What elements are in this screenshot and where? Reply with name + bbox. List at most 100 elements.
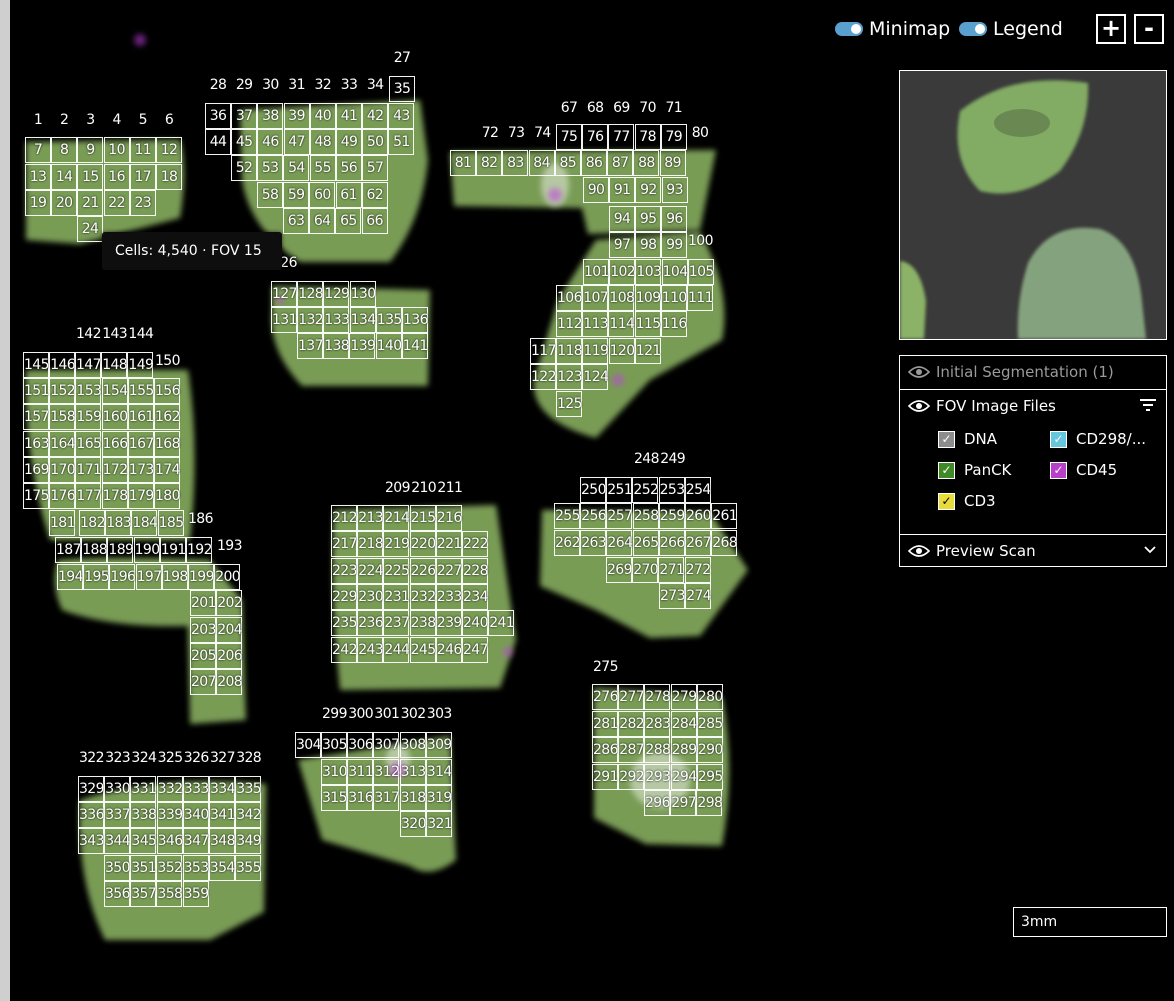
fov-cell-56[interactable]: 56 [335, 155, 362, 181]
fov-cell-234[interactable]: 234 [462, 584, 489, 610]
fov-cell-66[interactable]: 66 [361, 208, 388, 234]
fov-cell-135[interactable]: 135 [375, 307, 402, 333]
fov-cell-27[interactable]: 27 [389, 49, 415, 75]
fov-cell-149[interactable]: 149 [127, 352, 154, 378]
fov-cell-312[interactable]: 312 [373, 759, 400, 785]
fov-cell-354[interactable]: 354 [208, 855, 235, 881]
fov-cell-269[interactable]: 269 [606, 557, 633, 583]
fov-cell-294[interactable]: 294 [670, 764, 697, 790]
fov-cell-244[interactable]: 244 [383, 637, 410, 663]
fov-cell-21[interactable]: 21 [77, 190, 104, 216]
fov-cell-331[interactable]: 331 [130, 776, 157, 802]
fov-cell-39[interactable]: 39 [283, 103, 310, 129]
fov-cell-228[interactable]: 228 [462, 558, 489, 584]
fov-cell-167[interactable]: 167 [127, 431, 154, 457]
fov-cell-129[interactable]: 129 [323, 281, 350, 307]
fov-cell-87[interactable]: 87 [607, 150, 634, 176]
fov-cell-346[interactable]: 346 [156, 828, 183, 854]
fov-cell-348[interactable]: 348 [209, 828, 236, 854]
fov-cell-44[interactable]: 44 [205, 129, 231, 155]
fov-cell-195[interactable]: 195 [83, 564, 110, 590]
fov-cell-152[interactable]: 152 [49, 378, 76, 404]
checkbox-check-icon[interactable]: ✓ [938, 492, 955, 510]
fov-cell-154[interactable]: 154 [101, 378, 128, 404]
fov-cell-336[interactable]: 336 [78, 802, 105, 828]
fov-cell-217[interactable]: 217 [331, 531, 358, 557]
fov-cell-261[interactable]: 261 [711, 503, 738, 529]
fov-cell-181[interactable]: 181 [49, 510, 76, 536]
fov-cell-352[interactable]: 352 [156, 855, 183, 881]
checkbox-check-icon[interactable]: ✓ [938, 430, 955, 448]
fov-cell-307[interactable]: 307 [373, 732, 400, 758]
fov-cell-33[interactable]: 33 [336, 76, 362, 102]
chevron-down-icon[interactable] [1144, 546, 1156, 554]
fov-cell-16[interactable]: 16 [103, 164, 130, 190]
fov-cell-15[interactable]: 15 [77, 164, 104, 190]
fov-cell-313[interactable]: 313 [399, 759, 426, 785]
fov-cell-31[interactable]: 31 [284, 76, 310, 102]
fov-cell-208[interactable]: 208 [216, 669, 243, 695]
fov-cell-304[interactable]: 304 [295, 732, 322, 758]
fov-cell-109[interactable]: 109 [634, 285, 661, 311]
fov-cell-79[interactable]: 79 [660, 124, 687, 150]
fov-cell-78[interactable]: 78 [634, 124, 661, 150]
fov-cell-104[interactable]: 104 [661, 259, 688, 285]
fov-cell-36[interactable]: 36 [205, 103, 231, 129]
fov-cell-254[interactable]: 254 [684, 477, 711, 503]
fov-cell-182[interactable]: 182 [79, 510, 106, 536]
fov-cell-155[interactable]: 155 [127, 378, 154, 404]
fov-cell-91[interactable]: 91 [609, 177, 636, 203]
fov-cell-196[interactable]: 196 [109, 564, 136, 590]
eye-icon[interactable] [908, 544, 930, 558]
fov-cell-125[interactable]: 125 [556, 391, 583, 417]
fov-cell-49[interactable]: 49 [336, 129, 362, 155]
fov-cell-345[interactable]: 345 [130, 828, 157, 854]
fov-cell-23[interactable]: 23 [129, 190, 156, 216]
fov-cell-105[interactable]: 105 [687, 259, 714, 285]
fov-cell-53[interactable]: 53 [257, 155, 284, 181]
fov-cell-222[interactable]: 222 [462, 531, 489, 557]
fov-cell-138[interactable]: 138 [323, 333, 350, 359]
fov-cell-281[interactable]: 281 [592, 711, 619, 737]
fov-cell-114[interactable]: 114 [608, 311, 635, 337]
fov-cell-10[interactable]: 10 [103, 137, 130, 163]
fov-cell-320[interactable]: 320 [400, 811, 427, 837]
fov-cell-18[interactable]: 18 [156, 164, 182, 190]
fov-cell-193[interactable]: 193 [216, 537, 243, 563]
fov-cell-145[interactable]: 145 [23, 352, 50, 378]
fov-cell-58[interactable]: 58 [257, 182, 283, 208]
fov-cell-315[interactable]: 315 [321, 785, 348, 811]
fov-cell-72[interactable]: 72 [477, 124, 503, 150]
fov-cell-290[interactable]: 290 [696, 737, 723, 763]
fov-cell-24[interactable]: 24 [77, 216, 103, 242]
fov-cell-237[interactable]: 237 [383, 610, 410, 636]
fov-cell-133[interactable]: 133 [323, 307, 350, 333]
fov-cell-148[interactable]: 148 [101, 352, 128, 378]
fov-cell-347[interactable]: 347 [182, 828, 209, 854]
fov-cell-100[interactable]: 100 [687, 232, 714, 258]
fov-cell-177[interactable]: 177 [75, 483, 102, 509]
fov-cell-101[interactable]: 101 [583, 259, 610, 285]
fov-cell-102[interactable]: 102 [609, 259, 636, 285]
fov-cell-224[interactable]: 224 [357, 558, 384, 584]
fov-cell-246[interactable]: 246 [435, 637, 462, 663]
fov-cell-221[interactable]: 221 [435, 531, 462, 557]
fov-cell-32[interactable]: 32 [310, 76, 336, 102]
fov-cell-85[interactable]: 85 [554, 150, 581, 176]
fov-cell-330[interactable]: 330 [104, 776, 131, 802]
fov-cell-194[interactable]: 194 [57, 564, 84, 590]
fov-cell-241[interactable]: 241 [488, 610, 515, 636]
fov-cell-308[interactable]: 308 [399, 732, 426, 758]
fov-cell-96[interactable]: 96 [661, 206, 688, 232]
fov-cell-61[interactable]: 61 [335, 182, 362, 208]
checkbox-check-icon[interactable]: ✓ [938, 461, 955, 479]
fov-cell-200[interactable]: 200 [214, 564, 241, 590]
fov-cell-289[interactable]: 289 [670, 737, 697, 763]
fov-cell-173[interactable]: 173 [127, 457, 154, 483]
fov-cell-28[interactable]: 28 [205, 76, 231, 102]
fov-cell-110[interactable]: 110 [660, 285, 687, 311]
fov-cell-11[interactable]: 11 [129, 137, 156, 163]
fov-cell-12[interactable]: 12 [156, 137, 182, 163]
fov-cell-64[interactable]: 64 [309, 208, 336, 234]
fov-cell-253[interactable]: 253 [658, 477, 685, 503]
